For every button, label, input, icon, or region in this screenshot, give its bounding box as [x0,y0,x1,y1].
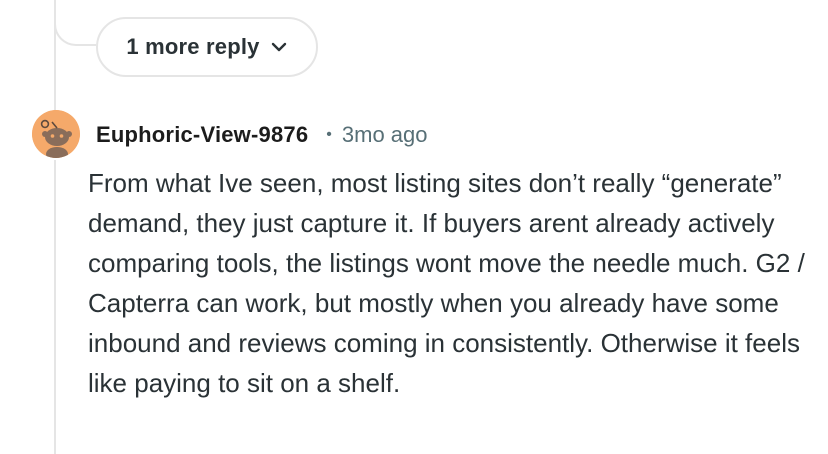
chevron-down-icon [271,42,286,52]
more-replies-label: 1 more reply [126,34,260,59]
avatar[interactable] [32,110,80,158]
thread-elbow-connector [54,0,96,46]
comment-body: From what Ive seen, most listing sites d… [88,168,805,398]
comment-timestamp[interactable]: 3mo ago [342,122,428,148]
meta-separator: • [326,126,332,143]
comment-header: Euphoric-View-9876 • 3mo ago [96,118,428,152]
snoo-avatar-icon [32,110,80,158]
username-link[interactable]: Euphoric-View-9876 [96,122,308,148]
more-replies-button[interactable]: 1 more reply [96,17,318,77]
thread-line [54,160,56,454]
